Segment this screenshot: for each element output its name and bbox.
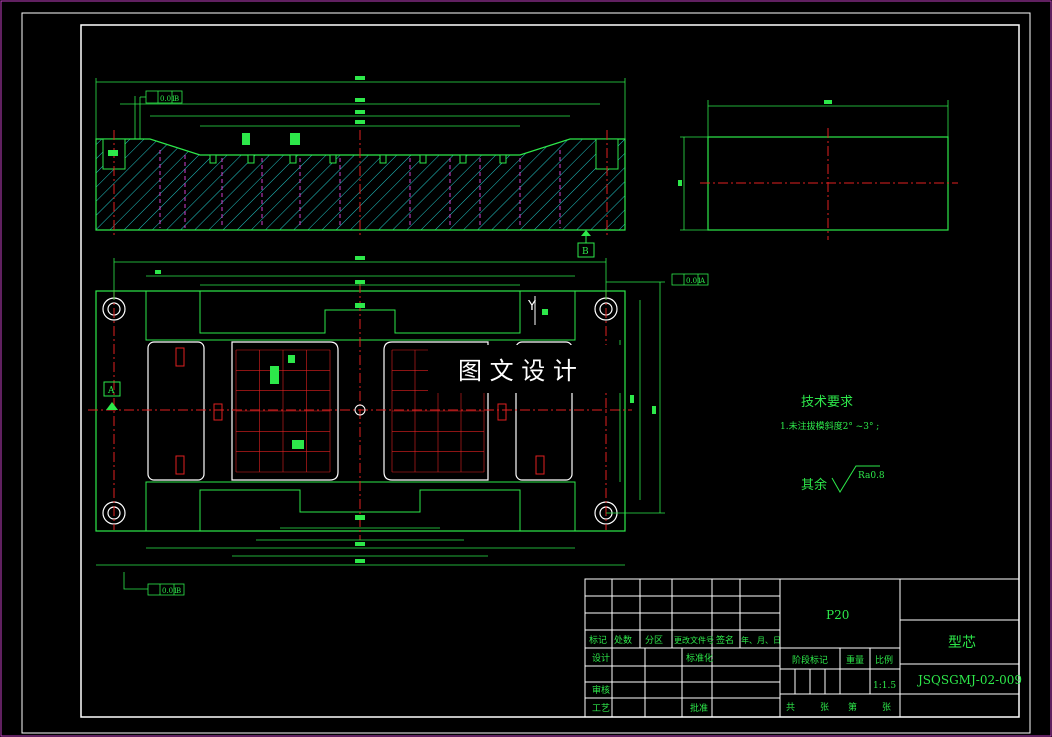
- tb-stage: 阶段标记: [792, 654, 828, 666]
- tb-scale: 1:1.5: [873, 681, 896, 691]
- cad-drawing-canvas: 0.01 B B Y A 0.01 A 0.01 B 图 文 设 计 技术要求 …: [0, 0, 1052, 737]
- top-tolerance-datum: B: [174, 95, 179, 103]
- tb-approve: 批准: [690, 702, 708, 714]
- tb-process: 工艺: [592, 703, 610, 714]
- tb-review: 审核: [592, 684, 610, 696]
- tb-drawing-no: JSQSGMJ-02-009: [916, 673, 1022, 687]
- tb-h-date: 年、月、日: [741, 635, 781, 645]
- side-view: [678, 100, 958, 240]
- tb-h-zone: 分区: [645, 635, 663, 646]
- notes-heading: 技术要求: [801, 395, 853, 410]
- tb-design: 设计: [592, 652, 610, 664]
- roughness-label: 其余: [801, 477, 827, 493]
- tb-h-count: 处数: [614, 634, 632, 646]
- plan-view: Y A 0.01 A 0.01 B: [88, 256, 709, 596]
- bottom-tolerance-datum: B: [176, 587, 181, 595]
- section-view: 0.01 B B: [95, 76, 626, 258]
- tb-total: 共: [786, 702, 795, 713]
- tb-part-name: 型芯: [948, 635, 976, 651]
- tb-no: 第: [848, 701, 857, 713]
- datum-b-label: B: [582, 247, 589, 257]
- tb-ratio: 比例: [875, 654, 893, 666]
- datum-a-label: A: [107, 386, 115, 396]
- y-marker: Y: [527, 299, 536, 314]
- roughness-value: Ra0.8: [858, 471, 885, 481]
- tb-h-mark: 标记: [589, 634, 607, 646]
- tb-sheet: 张: [820, 702, 829, 713]
- tb-standard: 标准化: [686, 652, 713, 664]
- tb-h-doc: 更改文件号: [674, 635, 714, 645]
- tb-material: P20: [826, 608, 849, 622]
- tb-sheet2: 张: [882, 702, 891, 713]
- notes-line-1: 1.未注拔模斜度2° ~3° ;: [780, 420, 879, 432]
- tb-h-sign: 签名: [716, 634, 734, 646]
- side-tolerance-datum: A: [699, 277, 706, 285]
- tb-weight: 重量: [846, 654, 864, 666]
- watermark-text: 图 文 设 计: [458, 357, 577, 385]
